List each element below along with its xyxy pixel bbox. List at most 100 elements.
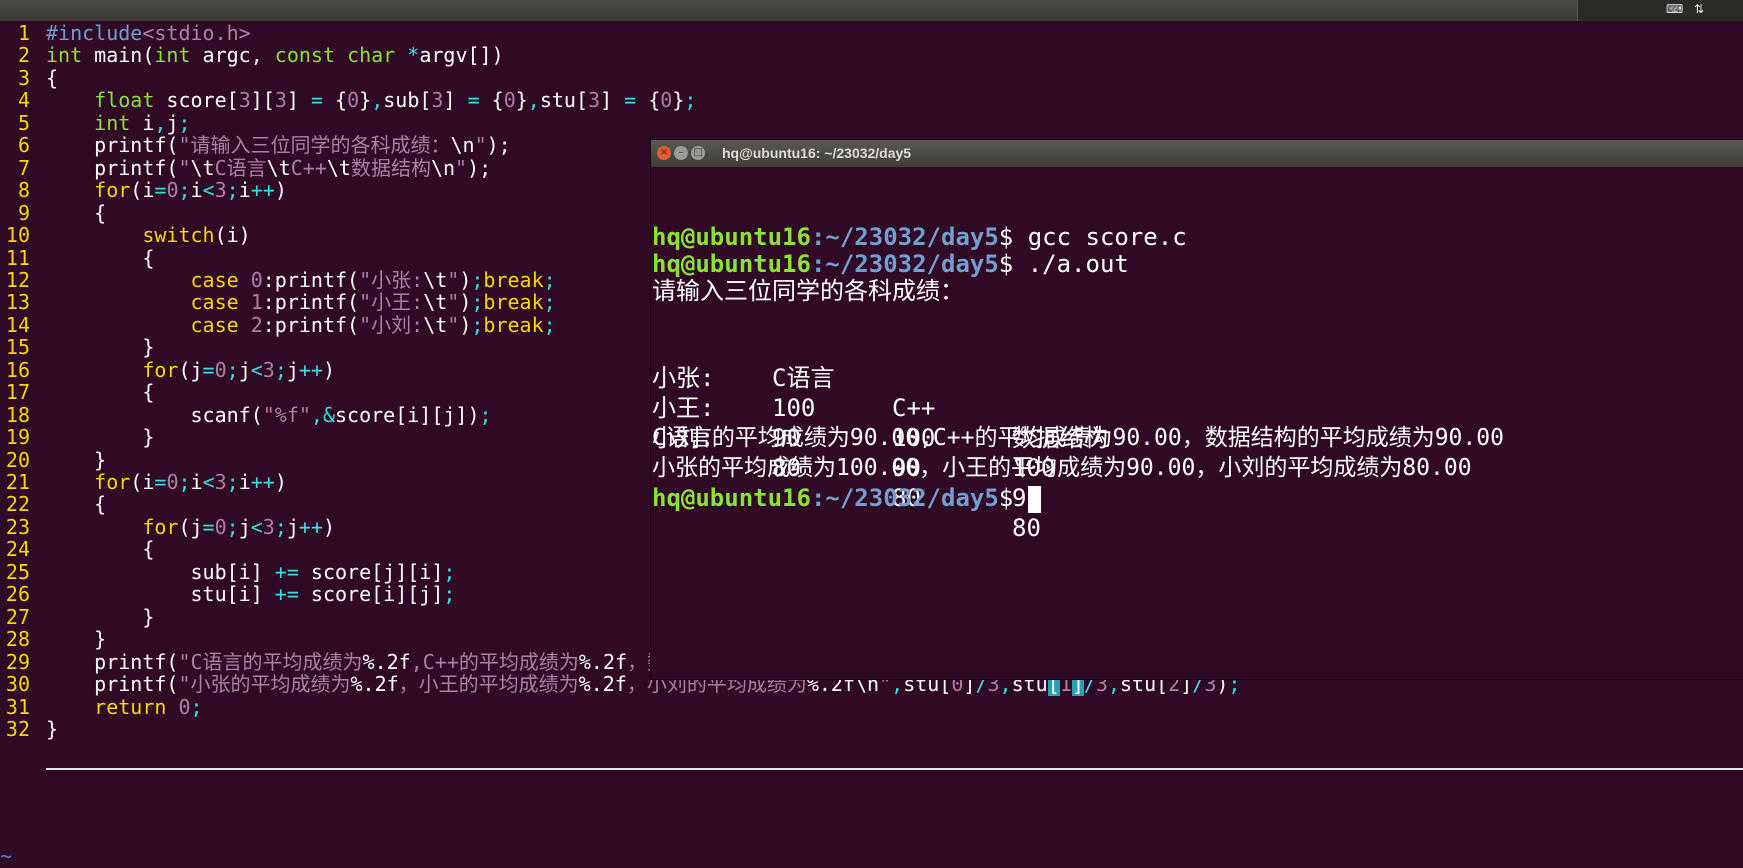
code-token: } xyxy=(46,335,155,360)
code-token: %.2f xyxy=(362,649,411,674)
terminal-body[interactable]: hq@ubuntu16:~/23032/day5$ gcc score.c hq… xyxy=(652,167,1742,677)
code-token: 3 xyxy=(262,357,275,382)
code-token: } xyxy=(46,604,155,629)
code-line[interactable]: 2 int main(int argc, const char *argv[]) xyxy=(0,43,504,68)
code-line[interactable]: 32} xyxy=(0,717,58,742)
close-button[interactable]: × xyxy=(657,146,671,160)
code-line[interactable]: 25 sub[i] += score[j][i]; xyxy=(0,559,456,585)
code-line[interactable]: 20 } xyxy=(0,448,106,473)
code-line[interactable]: 28 } xyxy=(0,627,106,652)
code-token: 0 xyxy=(250,267,263,292)
network-icon[interactable]: ⇅ xyxy=(1694,2,1704,16)
line-number: 12 xyxy=(5,267,30,292)
line-number: 31 xyxy=(5,694,30,719)
terminal-window[interactable]: × – □ hq@ubuntu16: ~/23032/day5 hq@ubunt… xyxy=(650,139,1743,680)
code-token: = xyxy=(310,88,324,113)
code-text: return 0; xyxy=(46,694,203,720)
code-token: { xyxy=(46,245,155,270)
code-line[interactable]: 17 { xyxy=(0,380,154,405)
code-token: ; xyxy=(443,559,456,584)
code-token: 1 xyxy=(250,290,263,315)
code-line[interactable]: 19 } xyxy=(0,425,154,450)
code-line[interactable]: 23 for(j=0;j<3;j++) xyxy=(0,515,335,540)
line-number: 13 xyxy=(5,290,30,315)
code-token: :printf( xyxy=(262,312,360,337)
code-token: , xyxy=(154,110,167,135)
line-number: 30 xyxy=(5,672,30,697)
code-token: float xyxy=(94,88,155,113)
code-line[interactable]: 22 { xyxy=(0,492,106,517)
code-token: (i xyxy=(130,470,155,494)
code-line[interactable]: 11 { xyxy=(0,246,154,271)
code-line[interactable]: 27 } xyxy=(0,605,154,630)
code-token: \t xyxy=(423,290,448,315)
code-line[interactable]: 16 for(j=0;j<3;j++) xyxy=(0,358,335,383)
maximize-button[interactable]: □ xyxy=(691,146,705,160)
code-line[interactable]: 15 } xyxy=(0,335,154,360)
code-line[interactable]: 4 float score[3][3] = {0},sub[3] = {0},s… xyxy=(0,88,696,113)
line-number: 4 xyxy=(17,88,30,113)
code-line[interactable]: 13 case 1:printf("小王:\t");break; xyxy=(0,290,556,315)
code-line[interactable]: 31 return 0; xyxy=(0,695,203,720)
code-token: i xyxy=(238,470,251,494)
code-line[interactable]: 9 { xyxy=(0,201,106,226)
code-line[interactable]: 24 { xyxy=(0,537,154,562)
code-text: } xyxy=(46,448,106,473)
code-text: { xyxy=(46,246,154,271)
subject-average-line: C语言的平均成绩为90.00,C++的平均成绩为90.00，数据结构的平均成绩为… xyxy=(652,425,1504,451)
code-token: ; xyxy=(684,88,697,113)
code-token: ) xyxy=(459,267,472,292)
code-token: , xyxy=(371,88,384,113)
code-token: ; xyxy=(274,514,287,539)
code-token: " xyxy=(455,155,468,180)
code-token: 数据结构 xyxy=(350,155,431,180)
code-line[interactable]: 26 stu[i] += score[i][j]; xyxy=(0,582,456,607)
code-token: ; xyxy=(190,694,203,719)
line-number: 6 xyxy=(17,133,30,158)
line-number: 22 xyxy=(5,492,30,517)
cursor-line-underline xyxy=(46,768,1743,770)
code-line[interactable]: 21 for(i=0;i<3;i++) xyxy=(0,470,287,495)
line-number: 10 xyxy=(5,223,30,248)
code-token: ] xyxy=(443,88,468,113)
code-token: int xyxy=(154,43,191,68)
top-panel: ⌨ ⇅ xyxy=(0,0,1743,21)
code-token: { xyxy=(46,380,155,405)
code-line[interactable]: 1 #include<stdio.h> xyxy=(0,21,251,46)
code-token: < xyxy=(250,514,263,539)
line-number: 7 xyxy=(17,155,30,180)
code-line[interactable]: 12 case 0:printf("小张:\t");break; xyxy=(0,268,556,293)
code-token: printf( xyxy=(46,155,179,180)
code-token: { xyxy=(46,492,107,517)
line-number: 24 xyxy=(5,537,30,562)
code-token: i xyxy=(130,110,155,135)
code-token: score[j][i] xyxy=(298,559,444,584)
student-average-line: 小张的平均成绩为100.00，小王的平均成绩为90.00，小刘的平均成绩为80.… xyxy=(652,455,1472,481)
code-token: break xyxy=(483,290,544,315)
code-token: return xyxy=(94,694,167,719)
code-token: { xyxy=(46,537,155,562)
code-line[interactable]: 3{ xyxy=(0,66,58,91)
code-token: ,C++的平均成绩为 xyxy=(410,649,579,674)
code-line[interactable]: 18 scanf("%f",&score[i][j]); xyxy=(0,403,492,428)
code-token: 0 xyxy=(214,357,227,382)
line-number: 19 xyxy=(5,425,30,450)
code-line[interactable]: 8 for(i=0;i<3;i++) xyxy=(0,178,287,203)
line-number: 32 xyxy=(5,716,30,741)
minimize-button[interactable]: – xyxy=(674,146,688,160)
terminal-titlebar[interactable]: × – □ hq@ubuntu16: ~/23032/day5 xyxy=(651,140,1743,167)
keyboard-icon[interactable]: ⌨ xyxy=(1666,2,1683,16)
code-line[interactable]: 6 printf("请输入三位同学的各科成绩：\n"); xyxy=(0,133,511,158)
code-line[interactable]: 7 printf("\tC语言\tC++\t数据结构\n"); xyxy=(0,156,491,181)
code-line[interactable]: 10 switch(i) xyxy=(0,223,251,248)
code-token: 0 xyxy=(166,470,179,494)
code-text: for(i=0;i<3;i++) xyxy=(46,178,287,203)
code-line[interactable]: 5 int i,j; xyxy=(0,111,191,136)
code-token: \t xyxy=(423,312,448,337)
code-line[interactable]: 14 case 2:printf("小刘:\t");break; xyxy=(0,313,556,338)
